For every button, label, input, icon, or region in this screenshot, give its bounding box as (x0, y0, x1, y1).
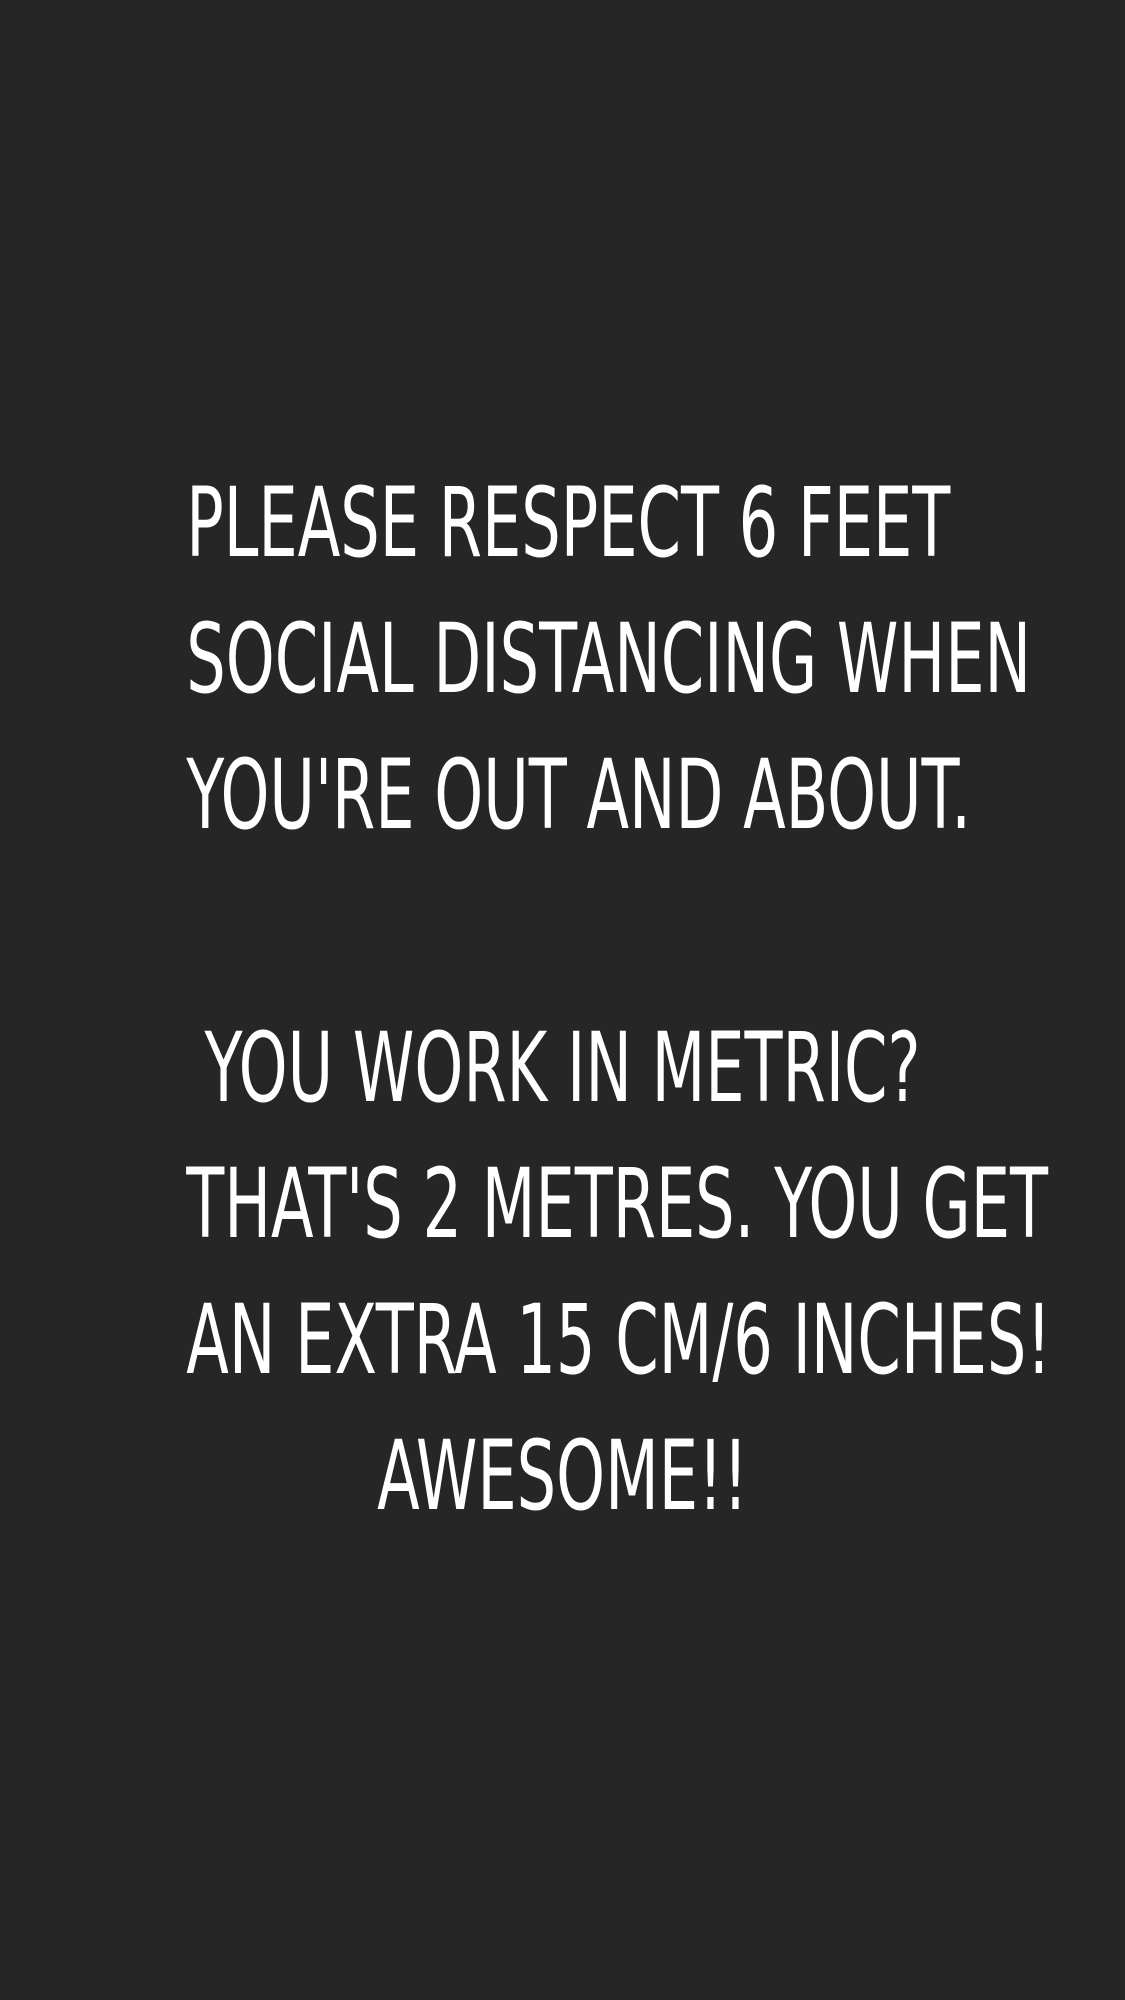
text-line: YOU WORK IN METRIC? (204, 1012, 921, 1124)
text-line: SOCIAL DISTANCING WHEN (186, 603, 1031, 715)
text-line: YOU'RE OUT AND ABOUT. (186, 739, 972, 851)
text-line: THAT'S 2 METRES. YOU GET (186, 1148, 1049, 1260)
text-line: AWESOME!! (377, 1420, 748, 1532)
story-canvas: PLEASE RESPECT 6 FEET SOCIAL DISTANCING … (0, 0, 1125, 2000)
story-paragraph-2: YOU WORK IN METRIC? THAT'S 2 METRES. YOU… (186, 1000, 1052, 1544)
text-line: PLEASE RESPECT 6 FEET (186, 467, 951, 579)
story-paragraph-1: PLEASE RESPECT 6 FEET SOCIAL DISTANCING … (186, 455, 1031, 863)
text-line: AN EXTRA 15 CM/6 INCHES! (186, 1284, 1052, 1396)
